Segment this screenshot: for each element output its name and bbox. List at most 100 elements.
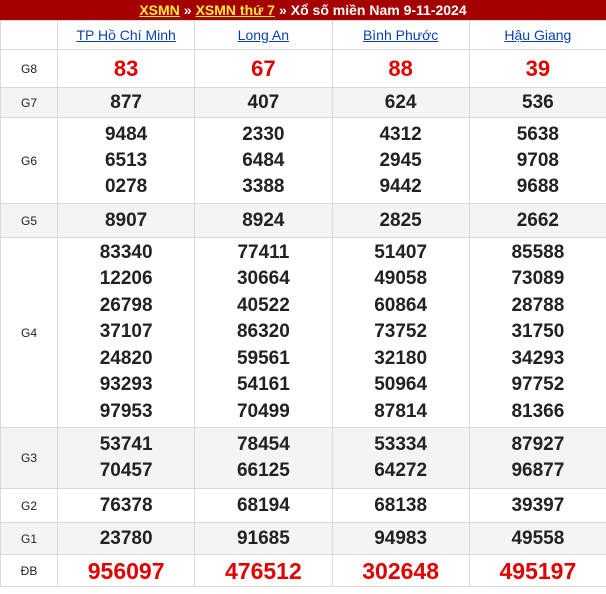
- prize-number: 28788: [511, 294, 565, 316]
- prize-cell: 68194: [194, 488, 333, 523]
- prize-label: G2: [0, 488, 58, 523]
- prize-number: 86320: [236, 321, 290, 343]
- breadcrumb-link-xsmn[interactable]: XSMN: [139, 2, 179, 18]
- prize-label: G4: [0, 237, 58, 428]
- prize-number: 37107: [99, 321, 153, 343]
- prize-cell: 9484 6513 0278: [56, 117, 196, 204]
- prize-number: 49058: [374, 268, 428, 290]
- prize-number: 97752: [511, 374, 565, 396]
- prize-cell: 536: [468, 87, 606, 118]
- prize-number: 23780: [99, 527, 153, 549]
- prize-cell: 2330 6484 3388: [194, 117, 333, 204]
- prize-number: 87927: [511, 434, 565, 455]
- prize-number: 91685: [236, 527, 290, 549]
- table-row: G1 23780 91685 94983 49558: [0, 522, 606, 555]
- prize-number: 6484: [242, 149, 285, 171]
- prize-cell: 5638 9708 9688: [468, 117, 606, 204]
- prize-cell: 68138: [331, 488, 470, 523]
- table-row: G7 877 407 624 536: [0, 87, 606, 118]
- prize-number: 3388: [242, 175, 285, 197]
- province-link-binh-phuoc[interactable]: Bình Phước: [363, 27, 438, 43]
- prize-number: 0278: [104, 175, 148, 197]
- prize-number: 476512: [225, 557, 302, 584]
- prize-number: 8924: [242, 209, 285, 231]
- prize-number: 53334: [374, 434, 428, 455]
- prize-number: 87814: [374, 400, 428, 422]
- prize-number: 2825: [379, 209, 422, 231]
- prize-number: 302648: [362, 557, 439, 584]
- results-table: TP Hồ Chí Minh Long An Bình Phước Hậu Gi…: [0, 20, 606, 587]
- prize-number: 83340: [99, 241, 153, 263]
- prize-label: G3: [0, 427, 58, 489]
- province-link-hau-giang[interactable]: Hậu Giang: [504, 27, 571, 43]
- prize-number: 39: [525, 55, 551, 81]
- prize-number: 2662: [516, 209, 560, 231]
- prize-number: 39397: [511, 494, 565, 516]
- prize-number: 67: [251, 55, 276, 81]
- prize-cell: 94983: [331, 522, 470, 555]
- prize-number: 407: [247, 91, 280, 113]
- prize-cell: 8924: [194, 203, 333, 238]
- prize-number: 9708: [516, 149, 560, 171]
- prize-number: 51407: [374, 241, 428, 263]
- header-cell: Hậu Giang: [468, 20, 606, 50]
- province-link-long-an[interactable]: Long An: [238, 27, 289, 43]
- prize-cell: 476512: [194, 554, 333, 587]
- prize-number: 624: [384, 91, 417, 113]
- table-row: G2 76378 68194 68138 39397: [0, 488, 606, 523]
- prize-number: 4312: [379, 123, 422, 145]
- prize-number: 64272: [374, 460, 428, 481]
- prize-number: 30664: [236, 268, 290, 290]
- prize-number: 68138: [374, 494, 428, 516]
- prize-number: 70499: [236, 400, 290, 422]
- prize-cell: 67: [194, 49, 333, 88]
- prize-number: 96877: [511, 460, 565, 481]
- table-row: G8 83 67 88 39: [0, 49, 606, 88]
- prize-cell: 4312 2945 9442: [331, 117, 470, 204]
- prize-number: 54161: [236, 374, 290, 396]
- results-panel: XSMN » XSMN thứ 7 » Xổ số miền Nam 9-11-…: [0, 0, 606, 594]
- table-row: G3 53741 70457 78454 66125 53334 64272 87927 968…: [0, 427, 606, 489]
- prize-cell: 495197: [468, 554, 606, 587]
- prize-cell: 83340 12206 26798 37107 24820 93293 97953: [56, 237, 196, 428]
- prize-number: 60864: [374, 294, 428, 316]
- prize-label: G1: [0, 522, 58, 555]
- prize-number: 70457: [99, 460, 153, 481]
- prize-number: 956097: [87, 557, 165, 584]
- breadcrumb: XSMN » XSMN thứ 7 » Xổ số miền Nam 9-11-…: [0, 0, 606, 20]
- prize-number: 73752: [374, 321, 428, 343]
- prize-label: G5: [0, 203, 58, 238]
- prize-number: 32180: [374, 347, 428, 369]
- prize-cell: 23780: [56, 522, 196, 555]
- prize-cell: 302648: [331, 554, 470, 587]
- prize-cell: 2825: [331, 203, 470, 238]
- prize-number: 536: [522, 91, 554, 113]
- breadcrumb-separator: »: [183, 2, 192, 18]
- table-header-row: TP Hồ Chí Minh Long An Bình Phước Hậu Gi…: [0, 20, 606, 50]
- prize-label: G7: [0, 87, 58, 118]
- prize-number: 81366: [511, 400, 565, 422]
- prize-number: 34293: [511, 347, 565, 369]
- prize-number: 73089: [511, 268, 565, 290]
- prize-number: 59561: [236, 347, 290, 369]
- prize-number: 93293: [99, 374, 153, 396]
- prize-number: 9484: [104, 123, 148, 145]
- breadcrumb-link-xsmn-saturday[interactable]: XSMN thứ 7: [196, 2, 275, 18]
- prize-number: 31750: [511, 321, 565, 343]
- header-cell: TP Hồ Chí Minh: [56, 20, 196, 50]
- prize-number: 88: [388, 55, 413, 81]
- table-row: ĐB 956097 476512 302648 495197: [0, 554, 606, 587]
- prize-number: 68194: [236, 494, 290, 516]
- prize-number: 76378: [99, 494, 153, 516]
- prize-number: 12206: [99, 268, 153, 290]
- province-link-ho-chi-minh[interactable]: TP Hồ Chí Minh: [76, 27, 175, 43]
- prize-cell: 8907: [56, 203, 196, 238]
- prize-number: 94983: [374, 527, 428, 549]
- prize-number: 26798: [99, 294, 153, 316]
- prize-number: 2945: [379, 149, 422, 171]
- prize-number: 40522: [236, 294, 290, 316]
- prize-cell: 53334 64272: [331, 427, 470, 489]
- page-title: Xổ số miền Nam 9-11-2024: [290, 2, 467, 18]
- prize-cell: 39397: [468, 488, 606, 523]
- prize-cell: 51407 49058 60864 73752 32180 50964 87814: [331, 237, 470, 428]
